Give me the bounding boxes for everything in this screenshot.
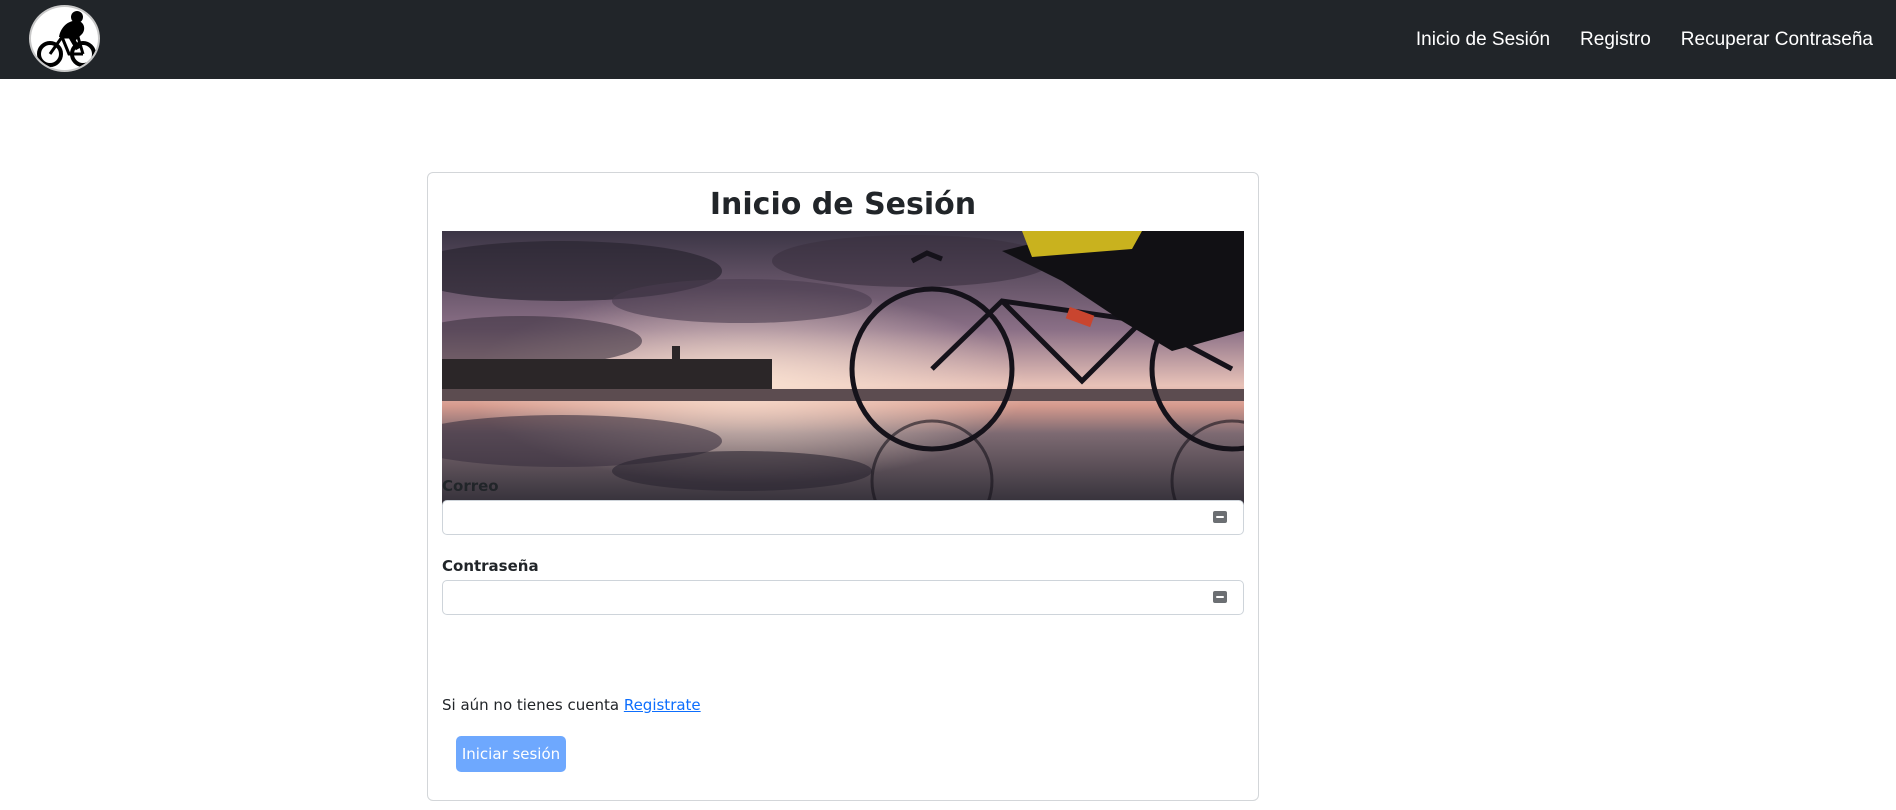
password-manager-icon[interactable]	[1213, 511, 1227, 523]
login-card: Inicio de Sesión Correo Contraseña Si aú…	[427, 172, 1259, 801]
nav-links: Inicio de Sesión Registro Recuperar Cont…	[1386, 0, 1873, 79]
password-label: Contraseña	[442, 557, 539, 575]
nav-link-recover-password[interactable]: Recuperar Contraseña	[1681, 29, 1873, 51]
password-field-wrapper	[442, 580, 1244, 615]
cyclist-logo-icon[interactable]	[29, 5, 100, 72]
email-label: Correo	[442, 477, 499, 495]
nav-link-login[interactable]: Inicio de Sesión	[1416, 29, 1550, 51]
nav-link-register[interactable]: Registro	[1580, 29, 1651, 51]
register-link[interactable]: Registrate	[624, 696, 701, 714]
email-field-wrapper	[442, 500, 1244, 535]
page-title: Inicio de Sesión	[709, 187, 977, 222]
password-manager-icon[interactable]	[1213, 591, 1227, 603]
top-navbar: Inicio de Sesión Registro Recuperar Cont…	[0, 0, 1896, 79]
password-field[interactable]	[443, 581, 1243, 614]
register-prompt-text: Si aún no tienes cuenta	[442, 696, 620, 714]
hero-image	[442, 231, 1244, 512]
email-field[interactable]	[443, 501, 1243, 534]
login-submit-button[interactable]: Iniciar sesión	[456, 736, 566, 772]
register-prompt: Si aún no tienes cuenta Registrate	[442, 696, 701, 714]
